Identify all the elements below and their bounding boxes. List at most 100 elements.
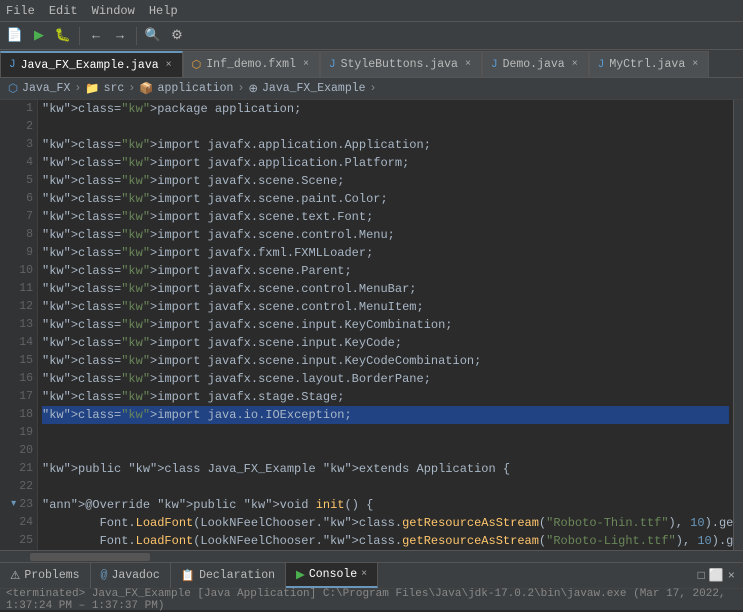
toolbar-settings[interactable]: ⚙ [166, 25, 188, 47]
close-view-icon[interactable]: × [728, 569, 735, 583]
gutter-line: 4 [4, 154, 33, 172]
line-number: 20 [19, 442, 33, 460]
tab-java-icon: J [9, 59, 16, 71]
tab-inf-demo[interactable]: ⬡ Inf_demo.fxml × [183, 51, 320, 77]
minimize-view-icon[interactable]: □ [698, 569, 705, 583]
tab-close-1[interactable]: × [301, 59, 311, 70]
horizontal-scrollbar[interactable] [0, 550, 743, 562]
breadcrumb-icon: ⬡ [8, 81, 18, 96]
gutter-line: 1 [4, 100, 33, 118]
gutter-line: 19 [4, 424, 33, 442]
tab-label: MyCtrl.java [609, 58, 685, 71]
line-number: 4 [26, 154, 33, 172]
menu-file[interactable]: File [6, 4, 35, 18]
tab-close-4[interactable]: × [690, 59, 700, 70]
gutter-line: 7 [4, 208, 33, 226]
breadcrumb-app-icon: 📦 [139, 81, 153, 96]
line-number: 10 [19, 262, 33, 280]
tab-label: Inf_demo.fxml [206, 58, 296, 71]
toolbar-new[interactable]: 📄 [4, 25, 26, 47]
tab-myctrl[interactable]: J MyCtrl.java × [589, 51, 710, 77]
code-line: "kw">class="kw">import javafx.scene.inpu… [42, 316, 729, 334]
toolbar-back[interactable]: ← [85, 25, 107, 47]
gutter-line: 3 [4, 136, 33, 154]
line-number: 11 [19, 280, 33, 298]
tab-close-3[interactable]: × [570, 59, 580, 70]
tab-java-icon3: J [491, 59, 498, 71]
gutter-line: 11 [4, 280, 33, 298]
javadoc-label: Javadoc [111, 569, 159, 582]
tab-label: Demo.java [503, 58, 565, 71]
tab-problems[interactable]: ⚠ Problems [0, 563, 91, 588]
breadcrumb-class-icon: ⊕ [248, 81, 258, 96]
breadcrumb-application[interactable]: application [158, 82, 234, 95]
menu-edit[interactable]: Edit [49, 4, 78, 18]
line-number: 22 [19, 478, 33, 496]
gutter-line: 21 [4, 460, 33, 478]
console-label: Console [309, 568, 357, 581]
tab-actions: □ ⬜ × [690, 568, 743, 583]
tab-console[interactable]: ▶ Console × [286, 563, 378, 588]
code-line: "kw">class="kw">import javafx.scene.pain… [42, 190, 729, 208]
code-line: "kw">class="kw">import javafx.scene.layo… [42, 370, 729, 388]
line-number: 7 [26, 208, 33, 226]
code-line: "kw">class="kw">import javafx.stage.Stag… [42, 388, 729, 406]
gutter-line: 16 [4, 370, 33, 388]
line-number: 16 [19, 370, 33, 388]
tab-close-0[interactable]: × [164, 60, 174, 71]
code-line: "ann">@Override "kw">public "kw">void in… [42, 496, 729, 514]
vertical-scrollbar[interactable] [733, 100, 743, 550]
gutter-line: 8 [4, 226, 33, 244]
code-area[interactable]: "kw">class="kw">package application; "kw… [38, 100, 733, 550]
status-text: <terminated> Java_FX_Example [Java Appli… [6, 588, 737, 612]
code-line: "kw">class="kw">import javafx.scene.text… [42, 208, 729, 226]
code-line: "kw">class="kw">import javafx.fxml.FXMLL… [42, 244, 729, 262]
line-number: 9 [26, 244, 33, 262]
code-line [42, 478, 729, 496]
code-line: "kw">class="kw">import javafx.scene.inpu… [42, 352, 729, 370]
tab-java-fx-example[interactable]: J Java_FX_Example.java × [0, 51, 183, 77]
tab-console-close[interactable]: × [361, 569, 367, 580]
code-line: "kw">class="kw">package application; [42, 100, 729, 118]
breadcrumb-src-icon: 📁 [85, 81, 99, 96]
status-bar: <terminated> Java_FX_Example [Java Appli… [0, 588, 743, 610]
menu-window[interactable]: Window [92, 4, 135, 18]
maximize-view-icon[interactable]: ⬜ [709, 568, 724, 583]
gutter-line: 9 [4, 244, 33, 262]
tab-label: Java_FX_Example.java [21, 59, 159, 72]
toolbar-debug[interactable]: 🐛 [52, 25, 74, 47]
toolbar: 📄 ▶ 🐛 ← → 🔍 ⚙ [0, 22, 743, 50]
tab-close-2[interactable]: × [463, 59, 473, 70]
breadcrumb-src[interactable]: src [104, 82, 125, 95]
code-line: Font.LoadFont(LookNFeelChooser."kw">clas… [42, 514, 729, 532]
breadcrumb-java-fx[interactable]: Java_FX [22, 82, 70, 95]
tab-declaration[interactable]: 📋 Declaration [171, 563, 286, 588]
tab-style-buttons[interactable]: J StyleButtons.java × [320, 51, 482, 77]
line-number: 21 [19, 460, 33, 478]
line-number: 24 [19, 514, 33, 532]
gutter-line: 15 [4, 352, 33, 370]
fold-arrow[interactable]: ▾ [11, 496, 16, 514]
line-number: 23 [19, 496, 33, 514]
tab-demo[interactable]: J Demo.java × [482, 51, 589, 77]
tab-javadoc[interactable]: @ Javadoc [91, 563, 171, 588]
toolbar-forward[interactable]: → [109, 25, 131, 47]
breadcrumb-class[interactable]: Java_FX_Example [262, 82, 366, 95]
toolbar-run[interactable]: ▶ [28, 25, 50, 47]
menu-help[interactable]: Help [149, 4, 178, 18]
gutter-line: 6 [4, 190, 33, 208]
code-line: "kw">class="kw">import javafx.scene.inpu… [42, 334, 729, 352]
gutter-line: 10 [4, 262, 33, 280]
toolbar-search[interactable]: 🔍 [142, 25, 164, 47]
toolbar-sep1 [79, 27, 80, 45]
gutter-line: 14 [4, 334, 33, 352]
line-number: 14 [19, 334, 33, 352]
gutter-line: 20 [4, 442, 33, 460]
problems-label: Problems [24, 569, 79, 582]
tab-label: StyleButtons.java [341, 58, 458, 71]
breadcrumb: ⬡ Java_FX › 📁 src › 📦 application › ⊕ Ja… [0, 78, 743, 100]
line-number: 17 [19, 388, 33, 406]
h-scroll-thumb[interactable] [30, 553, 150, 561]
line-number: 8 [26, 226, 33, 244]
line-number: 25 [19, 532, 33, 550]
